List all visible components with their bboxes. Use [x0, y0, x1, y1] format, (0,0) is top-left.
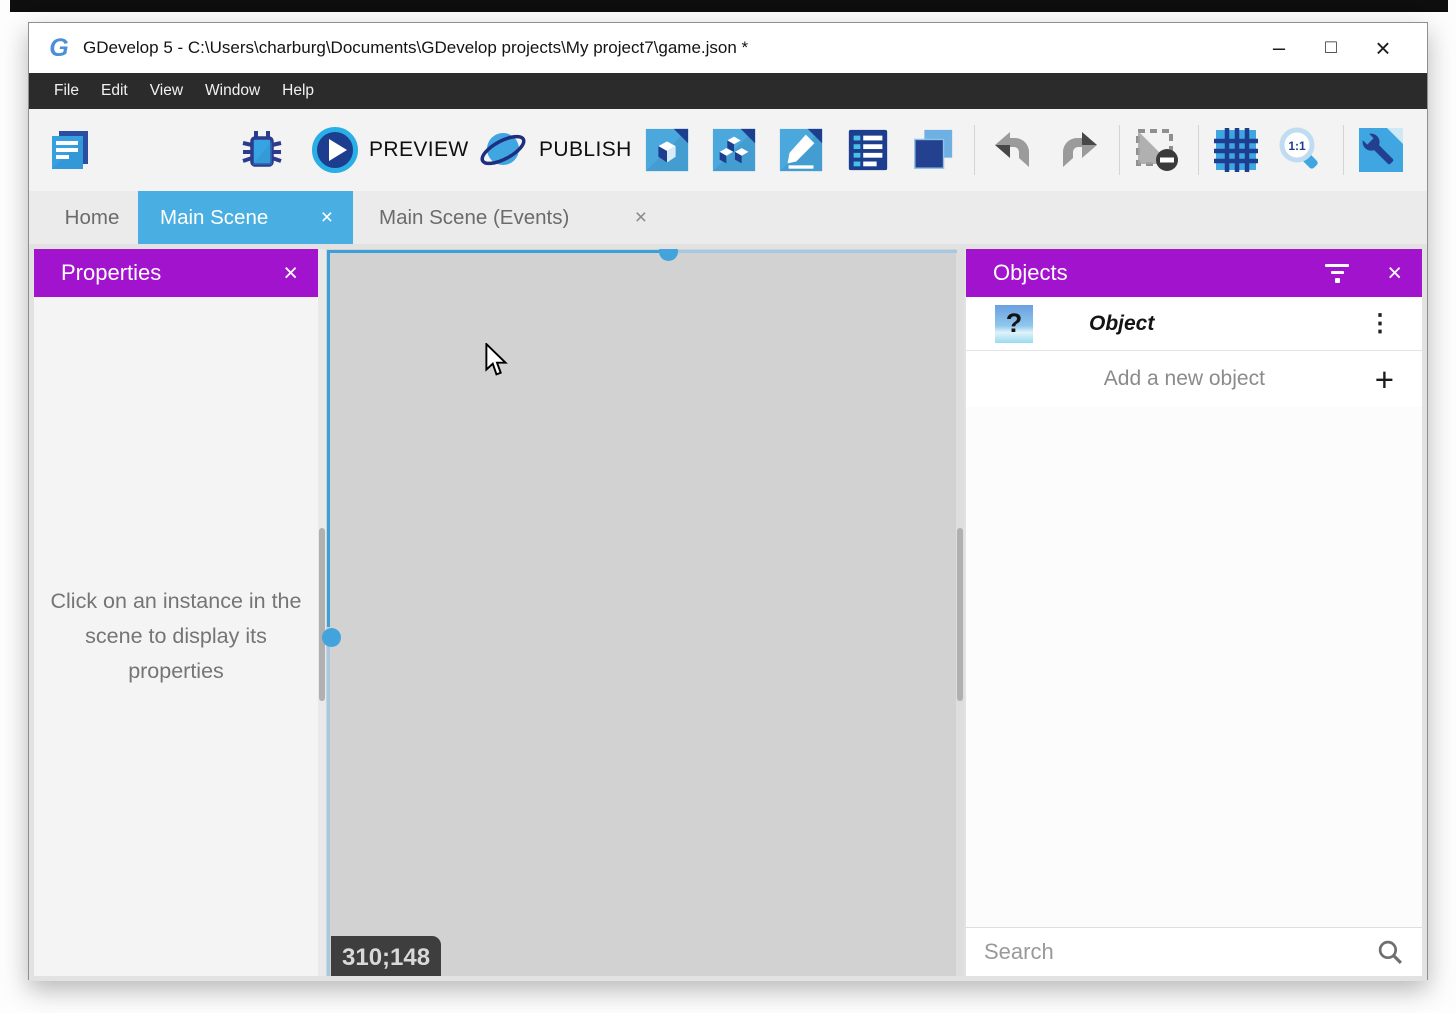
tab-main-scene-events-label: Main Scene (Events) — [379, 206, 569, 230]
edit-events-icon[interactable] — [845, 126, 891, 174]
mouse-cursor — [484, 343, 510, 382]
grid-icon[interactable] — [1211, 126, 1261, 174]
close-window-button[interactable]: × — [1357, 33, 1409, 64]
minimize-button[interactable]: – — [1253, 35, 1305, 61]
objects-panel-header: Objects × — [966, 249, 1422, 297]
object-name: Object — [1089, 312, 1368, 336]
tab-main-scene-events[interactable]: Main Scene (Events) × — [353, 191, 669, 244]
unknown-object-icon: ? — [995, 305, 1033, 343]
toolbar-separator — [1198, 125, 1199, 175]
menubar: File Edit View Window Help — [29, 73, 1427, 109]
tab-home-label: Home — [65, 206, 120, 230]
publish-globe-icon[interactable] — [479, 126, 527, 174]
zoom-original-icon[interactable]: 1:1 — [1275, 126, 1325, 174]
edit-objects-icon[interactable] — [711, 126, 757, 174]
maximize-button[interactable]: □ — [1305, 37, 1357, 59]
scene-window-border-left-faded — [327, 645, 330, 976]
tab-main-scene[interactable]: Main Scene × — [138, 191, 353, 244]
toolbar: PREVIEW PUBLISH — [29, 109, 1427, 191]
mouse-coordinates-badge: 310;148 — [331, 936, 441, 976]
scene-canvas[interactable]: 310;148 — [318, 249, 964, 976]
search-icon — [1377, 939, 1404, 966]
add-object-plus-icon[interactable]: + — [1375, 363, 1394, 396]
undo-icon[interactable] — [988, 126, 1038, 174]
tab-main-scene-label: Main Scene — [160, 206, 268, 230]
tab-main-scene-events-close-icon[interactable]: × — [635, 207, 647, 228]
deselect-icon[interactable] — [1132, 126, 1182, 174]
gdevelop-logo-icon: G — [45, 34, 73, 63]
properties-empty-message: Click on an instance in the scene to dis… — [48, 584, 304, 689]
tab-home[interactable]: Home — [46, 191, 138, 244]
scene-window-border-left — [327, 250, 330, 627]
canvas-left-scrollbar-thumb[interactable] — [319, 528, 325, 701]
objects-panel: Objects × ? Object ⋮ Add a new object + — [966, 249, 1422, 976]
properties-close-icon[interactable]: × — [283, 261, 298, 286]
toolbar-separator — [1119, 125, 1120, 175]
properties-panel-title: Properties — [61, 260, 283, 286]
editor-content: Properties × Click on an instance in the… — [29, 244, 1427, 981]
properties-panel: Properties × Click on an instance in the… — [34, 249, 318, 976]
scene-window-border-top — [327, 250, 660, 253]
canvas-left-scrollbar[interactable] — [318, 249, 326, 976]
objects-panel-title: Objects — [993, 260, 1325, 286]
menu-window[interactable]: Window — [194, 73, 271, 109]
toolbar-separator — [974, 125, 975, 175]
window-controls: – □ × — [1253, 33, 1409, 64]
canvas-right-scrollbar[interactable] — [956, 249, 964, 976]
menu-view[interactable]: View — [139, 73, 194, 109]
filter-icon[interactable] — [1325, 264, 1349, 283]
toolbar-separator — [1343, 125, 1344, 175]
redo-icon[interactable] — [1054, 126, 1104, 174]
background-window-edge — [10, 0, 1448, 12]
scene-canvas-surface[interactable] — [326, 249, 956, 976]
preview-button[interactable]: PREVIEW — [369, 109, 469, 191]
menu-help[interactable]: Help — [271, 73, 325, 109]
settings-wrench-icon[interactable] — [1357, 126, 1405, 174]
scene-window-border-top-faded — [677, 250, 957, 253]
debugger-icon[interactable] — [238, 126, 286, 174]
edit-scene-properties-icon[interactable] — [778, 126, 824, 174]
scene-resize-handle-left[interactable] — [322, 628, 341, 647]
menu-file[interactable]: File — [43, 73, 90, 109]
canvas-right-scrollbar-thumb[interactable] — [957, 528, 963, 701]
objects-search-bar — [966, 927, 1422, 976]
open-scene-icon[interactable] — [644, 126, 690, 174]
add-object-label: Add a new object — [994, 367, 1375, 391]
window-title: GDevelop 5 - C:\Users\charburg\Documents… — [83, 38, 1253, 58]
preview-play-icon[interactable] — [311, 126, 359, 174]
objects-close-icon[interactable]: × — [1387, 261, 1402, 286]
svg-text:1:1: 1:1 — [1288, 139, 1306, 153]
layers-icon[interactable] — [910, 126, 956, 174]
properties-panel-body: Click on an instance in the scene to dis… — [34, 297, 318, 976]
properties-panel-header: Properties × — [34, 249, 318, 297]
object-menu-icon[interactable]: ⋮ — [1368, 309, 1392, 338]
publish-button[interactable]: PUBLISH — [539, 109, 632, 191]
tabbar: Home Main Scene × Main Scene (Events) × — [29, 191, 1427, 244]
titlebar: G GDevelop 5 - C:\Users\charburg\Documen… — [29, 23, 1427, 73]
project-manager-icon[interactable] — [46, 126, 94, 174]
menu-edit[interactable]: Edit — [90, 73, 139, 109]
object-list-item[interactable]: ? Object ⋮ — [966, 297, 1422, 351]
desktop: G GDevelop 5 - C:\Users\charburg\Documen… — [0, 0, 1456, 1013]
search-input[interactable] — [984, 939, 1377, 965]
tab-main-scene-close-icon[interactable]: × — [321, 207, 333, 228]
gdevelop-window: G GDevelop 5 - C:\Users\charburg\Documen… — [28, 22, 1428, 980]
add-object-row[interactable]: Add a new object + — [966, 351, 1422, 407]
